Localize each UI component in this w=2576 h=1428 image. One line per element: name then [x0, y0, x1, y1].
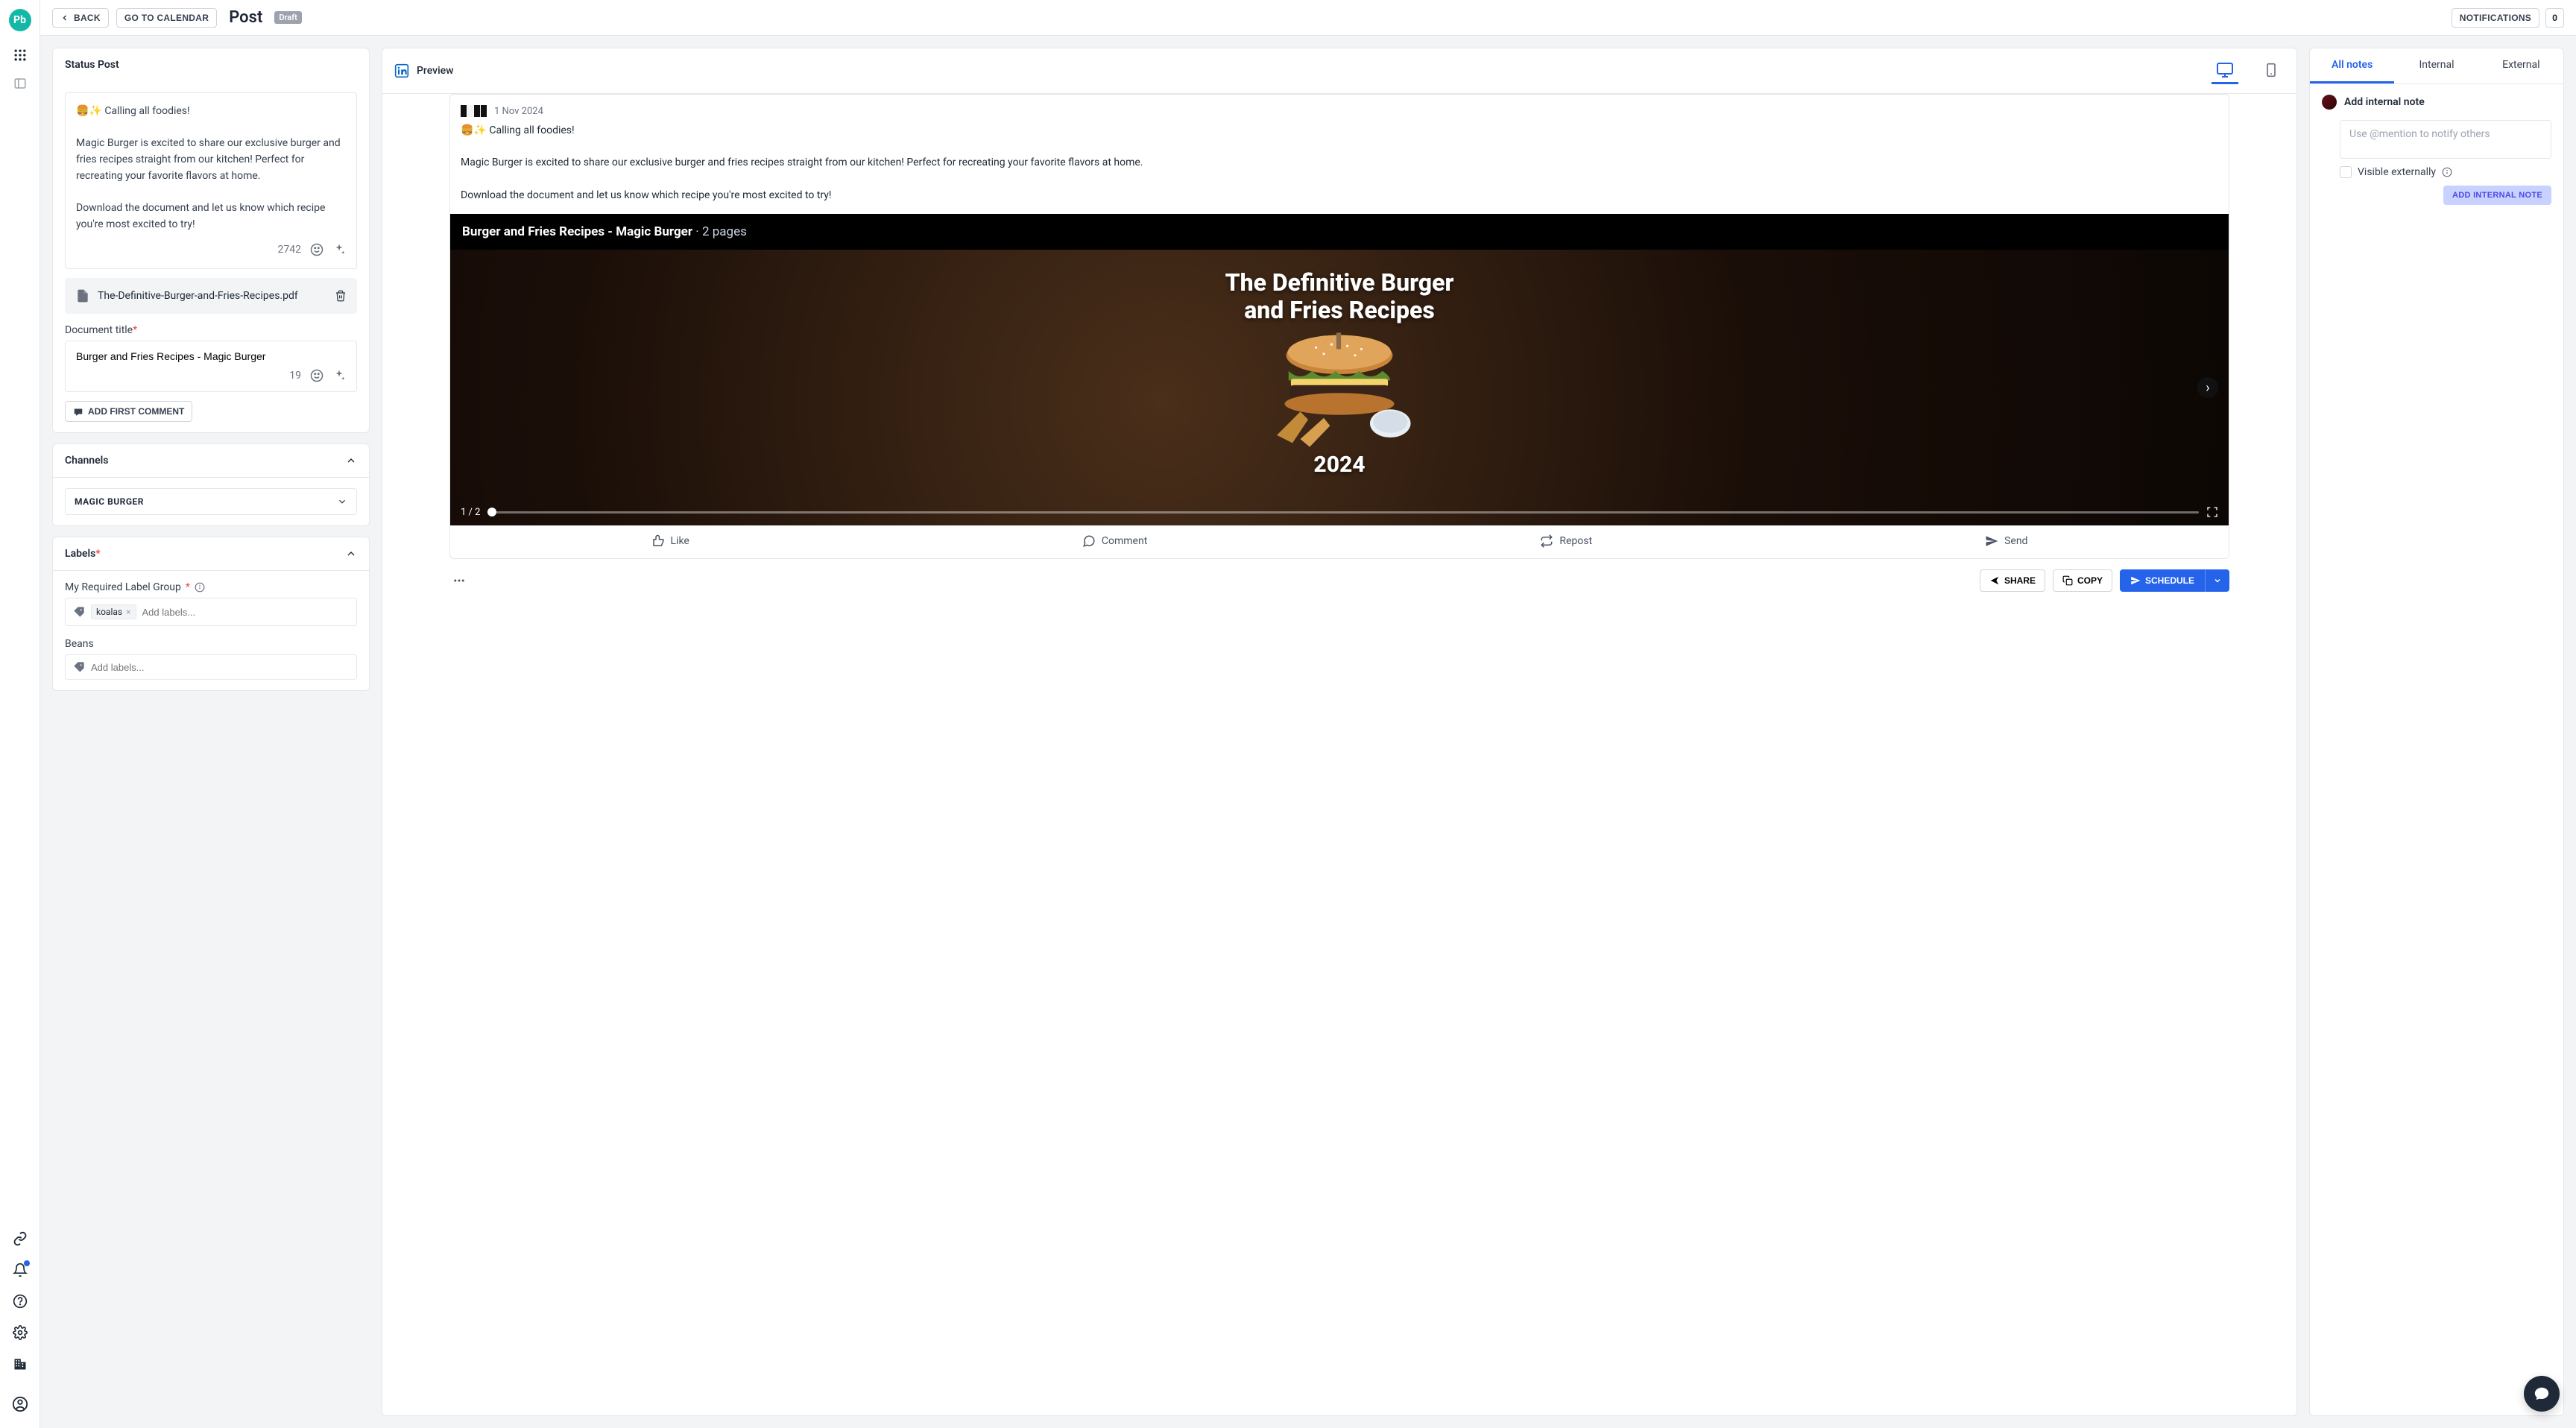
linkedin-post-card: 1 Nov 2024 🍔✨ Calling all foodies! Magic… — [449, 94, 2229, 559]
comment-action[interactable]: Comment — [1082, 534, 1147, 548]
link-icon[interactable] — [11, 1230, 29, 1248]
post-text-editor[interactable]: 🍔✨ Calling all foodies! Magic Burger is … — [65, 92, 357, 269]
schedule-button[interactable]: SCHEDULE — [2120, 569, 2205, 592]
tab-internal[interactable]: Internal — [2394, 48, 2478, 83]
org-icon[interactable] — [11, 1355, 29, 1373]
page-title: Post — [229, 8, 262, 27]
tab-all-notes[interactable]: All notes — [2310, 48, 2394, 83]
burger-image — [1261, 332, 1418, 459]
labels-header[interactable]: Labels* — [53, 537, 369, 571]
linkedin-icon — [394, 63, 409, 78]
send-action[interactable]: Send — [1985, 534, 2027, 548]
info-icon[interactable] — [2442, 167, 2452, 177]
status-post-panel: Status Post 🍔✨ Calling all foodies! Magi… — [52, 48, 370, 433]
title-char-remaining: 19 — [289, 370, 301, 382]
status-post-header: Status Post — [53, 48, 369, 82]
top-bar: BACK GO TO CALENDAR Post Draft NOTIFICAT… — [40, 0, 2576, 36]
add-note-label: Add internal note — [2344, 96, 2425, 108]
go-to-calendar-button[interactable]: GO TO CALENDAR — [116, 8, 217, 28]
back-button[interactable]: BACK — [52, 8, 109, 28]
preview-header-label: Preview — [417, 65, 454, 77]
labels-panel: Labels* My Required Label Group* — [52, 537, 370, 691]
info-icon[interactable] — [195, 582, 205, 593]
desktop-preview-toggle[interactable] — [2212, 57, 2238, 84]
post-date: 1 Nov 2024 — [494, 106, 543, 117]
copy-button[interactable]: COPY — [2053, 569, 2112, 592]
document-title-input[interactable] — [76, 350, 346, 362]
channels-header[interactable]: Channels — [53, 444, 369, 478]
page-slider[interactable] — [487, 511, 2199, 514]
schedule-dropdown[interactable] — [2205, 569, 2229, 592]
emoji-picker-icon[interactable] — [310, 243, 323, 256]
add-first-comment-button[interactable]: ADD FIRST COMMENT — [65, 401, 192, 422]
notification-count: 0 — [2545, 8, 2564, 28]
add-internal-note-button[interactable]: ADD INTERNAL NOTE — [2443, 186, 2551, 205]
more-options-icon[interactable] — [449, 571, 469, 590]
post-text-line: 🍔✨ Calling all foodies! — [76, 104, 346, 120]
document-icon — [75, 287, 90, 305]
add-labels-input[interactable] — [142, 607, 350, 618]
panel-toggle-icon[interactable] — [11, 75, 29, 92]
label-group-1: My Required Label Group* — [65, 581, 357, 593]
channels-panel: Channels MAGIC BURGER — [52, 443, 370, 526]
like-action[interactable]: Like — [651, 534, 689, 548]
gear-icon[interactable] — [11, 1324, 29, 1342]
notifications-button[interactable]: NOTIFICATIONS — [2452, 8, 2539, 28]
preview-text-line: Magic Burger is excited to share our exc… — [461, 155, 2218, 171]
document-title-label: Document title* — [65, 324, 357, 336]
ai-sparkle-icon[interactable] — [332, 243, 346, 256]
label-group-2: Beans — [65, 638, 357, 650]
visible-externally-label: Visible externally — [2358, 166, 2436, 178]
preview-panel: Preview — [382, 48, 2297, 1416]
help-icon[interactable] — [11, 1292, 29, 1310]
note-textarea[interactable]: Use @mention to notify others — [2340, 120, 2551, 159]
label-chip: koalas × — [91, 604, 136, 619]
page-indicator: 1 / 2 — [461, 507, 480, 518]
doc-preview-title: Burger and Fries Recipes - Magic Burger — [462, 224, 692, 239]
emoji-picker-icon[interactable] — [310, 369, 323, 382]
chat-widget-icon[interactable] — [2524, 1376, 2560, 1412]
notes-panel: All notes Internal External Add internal… — [2309, 48, 2564, 1416]
repost-action[interactable]: Repost — [1540, 534, 1592, 548]
fullscreen-icon[interactable] — [2206, 506, 2218, 518]
user-avatar — [2322, 95, 2337, 110]
bell-icon[interactable] — [11, 1261, 29, 1279]
app-logo[interactable]: Pb — [9, 9, 31, 31]
doc-cover-title: The Definitive Burgerand Fries Recipes — [1225, 269, 1454, 324]
chevron-down-icon — [337, 496, 347, 507]
attachment-filename: The-Definitive-Burger-and-Fries-Recipes.… — [98, 290, 298, 302]
post-text-line: Magic Burger is excited to share our exc… — [76, 136, 346, 184]
user-account-icon[interactable] — [11, 1395, 29, 1413]
share-button[interactable]: SHARE — [1980, 569, 2045, 592]
preview-text-line: Download the document and let us know wh… — [461, 188, 2218, 204]
chevron-up-icon — [345, 455, 357, 467]
post-author-avatar — [461, 105, 487, 117]
apps-grid-icon[interactable] — [11, 46, 29, 64]
ai-sparkle-icon[interactable] — [332, 369, 346, 382]
char-count: 2742 — [278, 242, 301, 259]
tag-icon — [73, 661, 85, 673]
add-labels-input[interactable] — [91, 662, 349, 673]
left-navigation-rail: Pb — [0, 0, 40, 1428]
channel-select[interactable]: MAGIC BURGER — [65, 488, 357, 515]
chevron-up-icon — [345, 548, 357, 560]
doc-page-count: 2 pages — [702, 224, 747, 239]
visible-externally-checkbox[interactable] — [2340, 166, 2352, 178]
mobile-preview-toggle[interactable] — [2258, 57, 2285, 84]
status-badge: Draft — [274, 11, 301, 24]
document-preview: Burger and Fries Recipes - Magic Burger … — [450, 214, 2229, 525]
delete-attachment-icon[interactable] — [335, 289, 347, 303]
tag-icon — [73, 606, 85, 618]
attachment-row: The-Definitive-Burger-and-Fries-Recipes.… — [65, 278, 357, 314]
remove-tag-icon[interactable]: × — [126, 607, 130, 617]
post-text-line: Download the document and let us know wh… — [76, 200, 346, 233]
next-page-icon[interactable]: › — [2197, 377, 2218, 398]
preview-text-line: 🍔✨ Calling all foodies! — [461, 123, 2218, 139]
label-group-1-input[interactable]: koalas × — [65, 598, 357, 626]
tab-external[interactable]: External — [2479, 48, 2563, 83]
label-group-2-input[interactable] — [65, 654, 357, 680]
